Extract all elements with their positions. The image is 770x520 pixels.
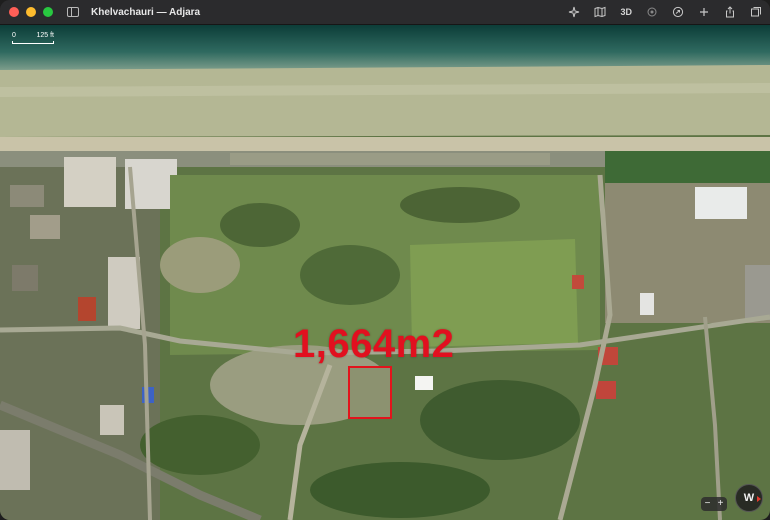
add-icon[interactable] [698, 6, 710, 18]
satellite-map[interactable] [0, 25, 770, 520]
close-window-button[interactable] [9, 7, 19, 17]
share-icon[interactable] [724, 6, 736, 18]
location-arrow-icon[interactable] [568, 6, 580, 18]
compass-heading-label: W [743, 492, 755, 504]
compass-button[interactable]: W [735, 484, 763, 512]
window-title: Khelvachauri — Adjara [91, 6, 201, 18]
map-mode-icon[interactable] [594, 6, 606, 18]
maps-window: Khelvachauri — Adjara 3D 0 125 ft 1,664m… [0, 0, 770, 520]
scale-bar-line [12, 41, 54, 44]
maximize-window-button[interactable] [43, 7, 53, 17]
window-tabs-icon[interactable] [750, 6, 762, 18]
plot-area-label: 1,664m2 [293, 322, 455, 366]
zoom-control: − + [701, 497, 727, 511]
zoom-out-button[interactable]: − [705, 497, 711, 511]
minimize-window-button[interactable] [26, 7, 36, 17]
compass-needle-icon [757, 496, 761, 502]
plot-outline [348, 366, 392, 419]
title-bar: Khelvachauri — Adjara 3D [0, 0, 770, 25]
window-controls [9, 7, 53, 17]
directions-icon[interactable] [672, 6, 684, 18]
scale-end-label: 125 ft [36, 32, 54, 39]
zoom-in-button[interactable]: + [718, 497, 724, 511]
toolbar: 3D [568, 0, 762, 24]
sidebar-toggle-icon[interactable] [67, 7, 79, 17]
look-around-icon[interactable] [646, 6, 658, 18]
scale-bar: 0 125 ft [12, 32, 54, 44]
scale-start-label: 0 [12, 32, 16, 39]
3d-toggle-button[interactable]: 3D [620, 6, 632, 18]
